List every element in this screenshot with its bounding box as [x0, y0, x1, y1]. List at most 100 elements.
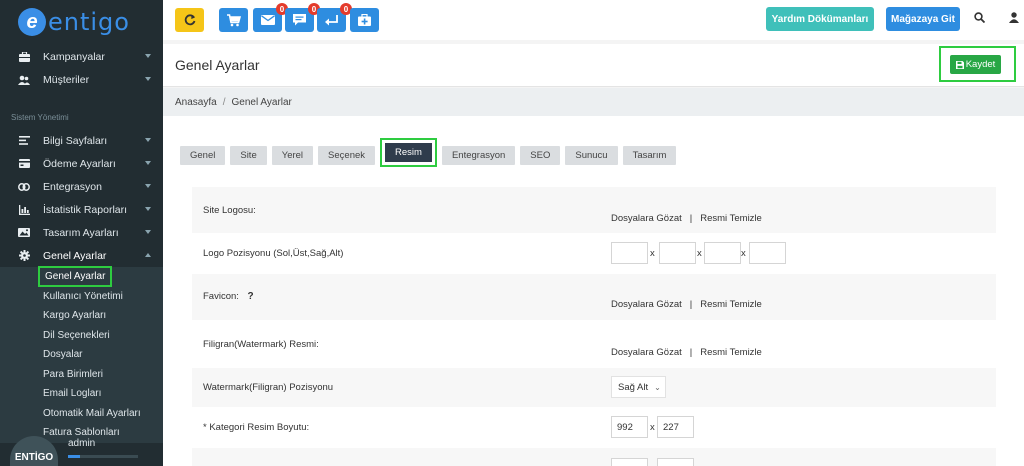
logo[interactable]: e entigo [0, 0, 163, 44]
category-size-label: * Kategori Resim Boyutu: [203, 422, 310, 433]
chevron-down-icon [145, 138, 151, 142]
chevron-down-icon [145, 77, 151, 81]
tab-resim[interactable]: Resim [385, 143, 432, 162]
tab-seo[interactable]: SEO [520, 146, 561, 165]
bar-chart-icon [18, 204, 30, 216]
credit-card-icon [18, 158, 30, 170]
sidebar-item-bilgi-sayfalari[interactable]: Bilgi Sayfaları [0, 129, 163, 152]
toolbox-button[interactable] [350, 8, 379, 32]
browse-files-link[interactable]: Dosyalara Gözat [611, 347, 682, 358]
submenu-item-email-loglari[interactable]: Email Logları [0, 384, 163, 404]
link-icon [18, 181, 30, 193]
floppy-disk-icon [955, 60, 964, 69]
chevron-down-icon [145, 161, 151, 165]
cog-icon [18, 250, 30, 262]
active-tab-highlight: Resim [380, 138, 437, 167]
logo-position-label: Logo Pozisyonu (Sol,Üst,Sağ,Alt) [203, 248, 344, 259]
cart-button[interactable] [219, 8, 248, 32]
watermark-image-label: Filigran(Watermark) Resmi: [203, 339, 319, 350]
refresh-button[interactable] [175, 8, 204, 32]
help-question-icon[interactable]: ? [248, 291, 254, 302]
submenu-item-kargo-ayarlari[interactable]: Kargo Ayarları [0, 306, 163, 326]
submenu-item-dosyalar[interactable]: Dosyalar [0, 345, 163, 365]
save-highlight: Kaydet [939, 46, 1016, 82]
briefcase-icon [18, 51, 30, 63]
next-height-input[interactable] [657, 458, 694, 466]
chevron-up-icon [145, 253, 151, 257]
user-panel: ENTİGO admin [0, 436, 163, 466]
sidebar-item-musteriler[interactable]: Müşteriler [0, 68, 163, 91]
row-watermark-position: Watermark(Filigran) Pozisyonu Sağ Alt ⌄ [192, 368, 996, 408]
link-separator: | [689, 213, 693, 224]
sidebar-item-kampanyalar[interactable]: Kampanyalar [0, 45, 163, 68]
x-separator: x [650, 422, 655, 433]
mail-button[interactable]: 0 [253, 3, 288, 32]
users-icon [18, 74, 30, 86]
image-icon [18, 227, 30, 239]
tab-genel[interactable]: Genel [180, 146, 226, 165]
sidebar-item-label: Genel Ayarlar [43, 249, 107, 262]
row-logo-position: Logo Pozisyonu (Sol,Üst,Sağ,Alt) x x x [192, 234, 996, 274]
help-docs-button[interactable]: Yardım Dökümanları [766, 7, 874, 31]
site-logo-label: Site Logosu: [203, 205, 256, 216]
submenu-item-otomatik-mail[interactable]: Otomatik Mail Ayarları [0, 404, 163, 424]
avatar[interactable]: ENTİGO [10, 436, 58, 466]
chevron-down-icon [145, 230, 151, 234]
search-icon[interactable] [974, 12, 986, 26]
logo-top-input[interactable] [659, 242, 696, 264]
submenu-item-kullanici-yonetimi[interactable]: Kullanıcı Yönetimi [0, 287, 163, 307]
returns-button[interactable]: 0 [317, 3, 352, 32]
link-separator: | [689, 299, 693, 310]
medkit-icon [358, 14, 371, 26]
sidebar-item-odeme-ayarlari[interactable]: Ödeme Ayarları [0, 152, 163, 175]
browse-files-link[interactable]: Dosyalara Gözat [611, 299, 682, 310]
sidebar-item-entegrasyon[interactable]: Entegrasyon [0, 175, 163, 198]
clear-image-link[interactable]: Resmi Temizle [700, 299, 762, 310]
chevron-down-icon [145, 207, 151, 211]
envelope-icon [260, 15, 275, 25]
tab-site[interactable]: Site [230, 146, 267, 165]
logo-mark: e [18, 8, 46, 36]
tab-sunucu[interactable]: Sunucu [565, 146, 618, 165]
site-logo-actions: Dosyalara Gözat | Resmi Temizle [611, 213, 762, 224]
content-header: Genel Ayarlar Kaydet [163, 44, 1024, 87]
chevron-down-icon [145, 184, 151, 188]
sidebar-item-label: Tasarım Ayarları [43, 226, 119, 239]
watermark-actions: Dosyalara Gözat | Resmi Temizle [611, 347, 762, 358]
clear-image-link[interactable]: Resmi Temizle [700, 347, 762, 358]
tab-secenek[interactable]: Seçenek [318, 146, 376, 165]
submenu-item-genel-ayarlar[interactable]: Genel Ayarlar [0, 266, 163, 288]
tab-resim-wrapper: Resim [380, 138, 437, 167]
go-to-store-button[interactable]: Mağazaya Git [886, 7, 960, 31]
sidebar-section-header: Sistem Yönetimi [11, 112, 69, 122]
tab-yerel[interactable]: Yerel [271, 146, 314, 165]
tab-entegrasyon[interactable]: Entegrasyon [441, 146, 516, 165]
clear-image-link[interactable]: Resmi Temizle [700, 213, 762, 224]
save-button[interactable]: Kaydet [950, 55, 1001, 74]
tab-tasarim[interactable]: Tasarım [622, 146, 677, 165]
breadcrumb-home[interactable]: Anasayfa [175, 97, 217, 108]
next-width-input[interactable] [611, 458, 648, 466]
logo-left-input[interactable] [611, 242, 648, 264]
sidebar-item-label: Entegrasyon [43, 180, 102, 193]
save-button-label: Kaydet [965, 59, 996, 70]
submenu-item-dil-secenekleri[interactable]: Dil Seçenekleri [0, 326, 163, 346]
user-icon[interactable] [1009, 12, 1019, 26]
sidebar-item-genel-ayarlar[interactable]: Genel Ayarlar [0, 244, 163, 267]
logo-bottom-input[interactable] [749, 242, 786, 264]
watermark-position-select[interactable]: Sağ Alt ⌄ [611, 376, 666, 398]
browse-files-link[interactable]: Dosyalara Gözat [611, 213, 682, 224]
category-height-input[interactable]: 227 [657, 416, 694, 438]
row-favicon: Favicon: ? Dosyalara Gözat | Resmi Temiz… [192, 274, 996, 321]
breadcrumb: Anasayfa / Genel Ayarlar [163, 88, 1024, 116]
comments-button[interactable]: 0 [285, 3, 320, 32]
breadcrumb-separator: / [222, 96, 226, 108]
sidebar-item-istatistik[interactable]: İstatistik Raporları [0, 198, 163, 221]
settings-tabs: Genel Site Yerel Seçenek Resim Entegrasy… [180, 138, 681, 167]
sidebar-item-tasarim-ayarlari[interactable]: Tasarım Ayarları [0, 221, 163, 244]
comment-icon [293, 14, 306, 26]
submenu-item-para-birimleri[interactable]: Para Birimleri [0, 365, 163, 385]
category-width-input[interactable]: 992 [611, 416, 648, 438]
sidebar-item-label: Bilgi Sayfaları [43, 134, 108, 147]
logo-right-input[interactable] [704, 242, 741, 264]
